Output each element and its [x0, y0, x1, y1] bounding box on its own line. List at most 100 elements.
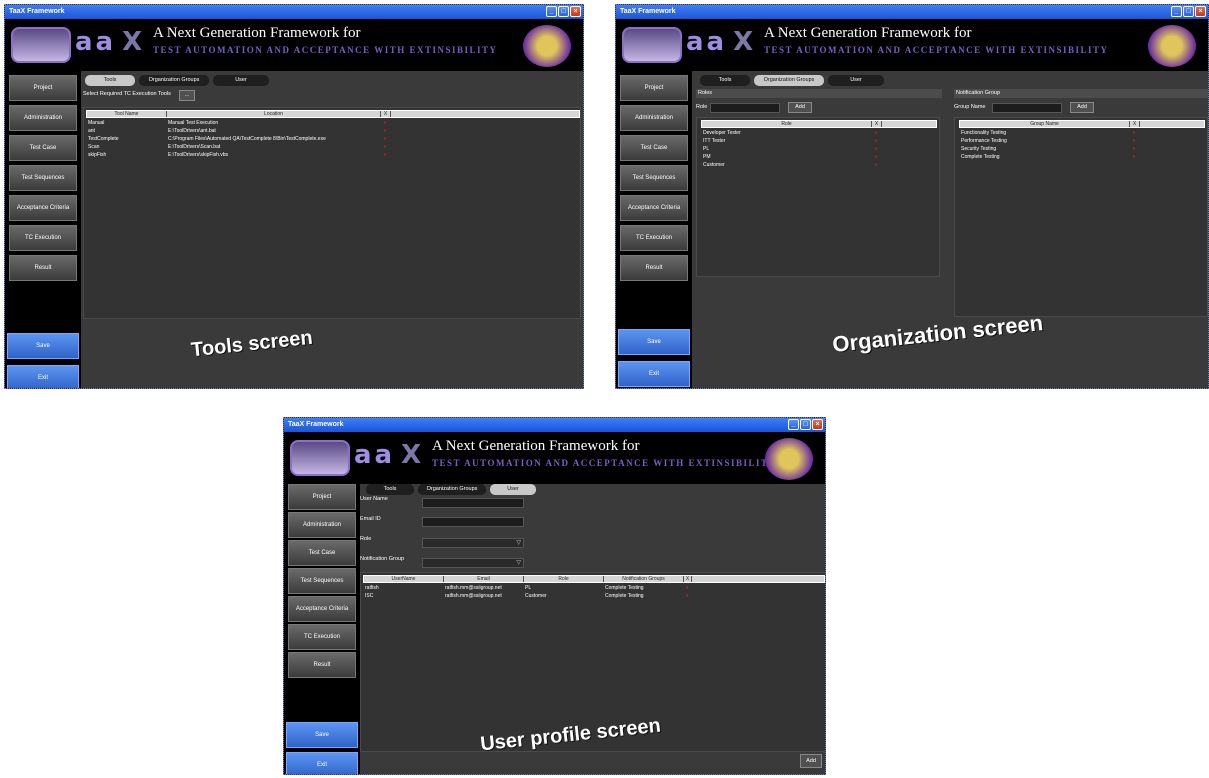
delete-icon[interactable]: x	[1129, 130, 1139, 137]
nav-test-sequences-button[interactable]: Test Sequences	[9, 165, 77, 191]
list-item[interactable]: Functionality Testing x	[959, 130, 1205, 137]
nav-acceptance-criteria-button[interactable]: Acceptance Criteria	[288, 596, 356, 622]
nav-project-button[interactable]: Project	[288, 484, 356, 510]
browse-button[interactable]: ...	[179, 90, 195, 101]
tab-tools[interactable]: Tools	[85, 75, 135, 86]
nav-test-case-button[interactable]: Test Case	[620, 135, 688, 161]
delete-icon[interactable]: x	[871, 146, 881, 153]
window-titlebar: TaaX Framework _ □ ×	[616, 5, 1208, 19]
nav-tc-execution-button[interactable]: TC Execution	[620, 225, 688, 251]
list-item[interactable]: PL x	[701, 146, 937, 153]
add-group-button[interactable]: Add	[1070, 102, 1094, 113]
exit-button[interactable]: Exit	[618, 361, 690, 387]
list-item[interactable]: Performance Testing x	[959, 138, 1205, 145]
delete-icon[interactable]: x	[871, 162, 881, 169]
delete-icon[interactable]: x	[1129, 138, 1139, 145]
logo-letters: aa X	[75, 27, 146, 57]
delete-icon[interactable]: x	[683, 585, 691, 592]
tab-tools[interactable]: Tools	[700, 75, 750, 86]
table-row[interactable]: Scan E:\ToolDrivers\Scan.bat x	[86, 144, 580, 151]
delete-icon[interactable]: x	[380, 120, 390, 127]
delete-icon[interactable]: x	[380, 144, 390, 151]
nav-result-button[interactable]: Result	[9, 255, 77, 281]
tab-organization-groups[interactable]: Organization Groups	[418, 484, 486, 495]
user-name-label: User Name	[360, 496, 388, 502]
close-icon[interactable]: ×	[812, 419, 823, 430]
banner-headline: A Next Generation Framework for	[764, 25, 972, 41]
nav-tc-execution-button[interactable]: TC Execution	[9, 225, 77, 251]
table-row[interactable]: skipFish E:\ToolDrivers\skipFish.vbs x	[86, 152, 580, 159]
nav-administration-button[interactable]: Administration	[620, 105, 688, 131]
nav-tc-execution-button[interactable]: TC Execution	[288, 624, 356, 650]
nav-administration-button[interactable]: Administration	[9, 105, 77, 131]
list-item[interactable]: Customer x	[701, 162, 937, 169]
banner-subline: TEST AUTOMATION AND ACCEPTANCE WITH EXTI…	[764, 45, 1109, 55]
nav-administration-button[interactable]: Administration	[288, 512, 356, 538]
nav-project-button[interactable]: Project	[9, 75, 77, 101]
sidebar: Project Administration Test Case Test Se…	[616, 71, 692, 388]
role-input[interactable]	[710, 103, 780, 113]
group-name-input[interactable]	[992, 103, 1062, 113]
maximize-icon[interactable]: □	[558, 6, 569, 17]
maximize-icon[interactable]: □	[800, 419, 811, 430]
save-button[interactable]: Save	[286, 722, 358, 748]
delete-icon[interactable]: x	[380, 128, 390, 135]
tab-user[interactable]: User	[828, 75, 884, 86]
tab-tools[interactable]: Tools	[366, 484, 414, 495]
list-item[interactable]: Complete Testing x	[959, 154, 1205, 161]
nav-test-sequences-button[interactable]: Test Sequences	[288, 568, 356, 594]
minimize-icon[interactable]: _	[788, 419, 799, 430]
list-item[interactable]: Developer Tester x	[701, 130, 937, 137]
save-button[interactable]: Save	[618, 329, 690, 355]
tab-user[interactable]: User	[213, 75, 269, 86]
notification-group-select[interactable]: ▽	[422, 558, 524, 568]
save-button[interactable]: Save	[7, 333, 79, 359]
tab-organization-groups[interactable]: Organization Groups	[754, 75, 824, 86]
list-item[interactable]: Security Testing x	[959, 146, 1205, 153]
table-row[interactable]: ratfish ratfish.mm@ssiigroup.net PL Complet…	[363, 585, 825, 592]
list-item[interactable]: ITT Tester x	[701, 138, 937, 145]
delete-icon[interactable]: x	[380, 152, 390, 159]
table-row[interactable]: ant E:\ToolDrivers\ant.bat x	[86, 128, 580, 135]
nav-result-button[interactable]: Result	[620, 255, 688, 281]
table-row[interactable]: Manual Manual Test Execution x	[86, 120, 580, 127]
nav-test-sequences-button[interactable]: Test Sequences	[620, 165, 688, 191]
close-icon[interactable]: ×	[570, 6, 581, 17]
table-row[interactable]: TestComplete C:\Program Files\Automated Q…	[86, 136, 580, 143]
role-select[interactable]: ▽	[422, 538, 524, 548]
groups-table: Group Name X Functionality Testing x Perf…	[954, 117, 1208, 317]
email-input[interactable]	[422, 517, 524, 527]
table-row[interactable]: ISC ratfish.mm@ssiigroup.net Customer Compl…	[363, 593, 825, 600]
list-item[interactable]: PM x	[701, 154, 937, 161]
tab-organization-groups[interactable]: Organization Groups	[139, 75, 209, 86]
nav-result-button[interactable]: Result	[288, 652, 356, 678]
add-user-button[interactable]: Add	[800, 754, 822, 768]
tab-user[interactable]: User	[490, 484, 536, 495]
exit-button[interactable]: Exit	[7, 365, 79, 388]
delete-icon[interactable]: x	[871, 138, 881, 145]
maximize-icon[interactable]: □	[1183, 6, 1194, 17]
window-titlebar: TaaX Framework _ □ ×	[5, 5, 583, 19]
minimize-icon[interactable]: _	[1171, 6, 1182, 17]
close-icon[interactable]: ×	[1195, 6, 1206, 17]
delete-icon[interactable]: x	[1129, 146, 1139, 153]
minimize-icon[interactable]: _	[546, 6, 557, 17]
exit-button[interactable]: Exit	[286, 752, 358, 774]
delete-icon[interactable]: x	[1129, 154, 1139, 161]
delete-icon[interactable]: x	[380, 136, 390, 143]
nav-project-button[interactable]: Project	[620, 75, 688, 101]
delete-icon[interactable]: x	[683, 593, 691, 600]
nav-acceptance-criteria-button[interactable]: Acceptance Criteria	[620, 195, 688, 221]
nav-test-case-button[interactable]: Test Case	[288, 540, 356, 566]
nav-test-case-button[interactable]: Test Case	[9, 135, 77, 161]
user-name-input[interactable]	[422, 498, 524, 508]
delete-icon[interactable]: x	[871, 154, 881, 161]
nav-acceptance-criteria-button[interactable]: Acceptance Criteria	[9, 195, 77, 221]
logo-letters: aa X	[686, 27, 757, 57]
banner-headline: A Next Generation Framework for	[153, 25, 361, 41]
add-role-button[interactable]: Add	[788, 102, 812, 113]
taax-logo	[622, 27, 682, 63]
role-label: Role	[360, 536, 372, 542]
banner-headline: A Next Generation Framework for	[432, 438, 640, 454]
delete-icon[interactable]: x	[871, 130, 881, 137]
